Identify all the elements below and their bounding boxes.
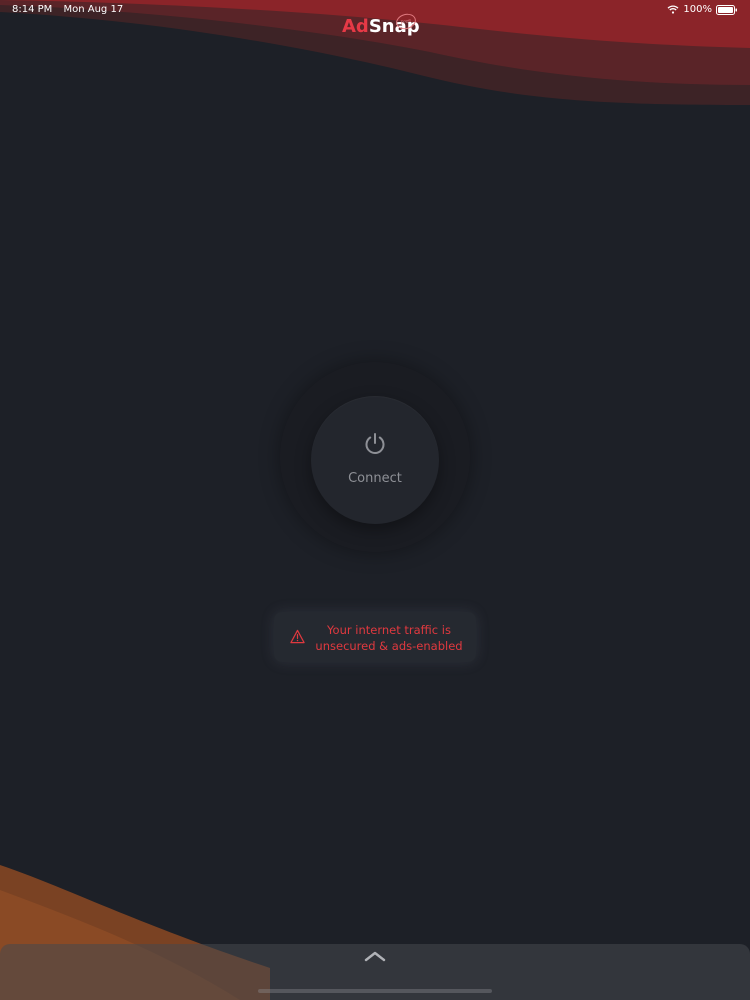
- warning-line-2: unsecured & ads-enabled: [315, 639, 463, 653]
- home-indicator[interactable]: [258, 989, 492, 993]
- battery-percentage: 100%: [683, 4, 712, 15]
- warning-line-1: Your internet traffic is: [327, 623, 451, 637]
- status-indicators: 100%: [667, 4, 738, 15]
- connect-label: Connect: [348, 471, 402, 486]
- power-icon: [365, 433, 385, 455]
- warning-icon: [290, 629, 305, 644]
- security-warning: Your internet traffic is unsecured & ads…: [274, 612, 476, 662]
- status-bar: 8:14 PM Mon Aug 17 100%: [0, 0, 750, 20]
- warning-message: Your internet traffic is unsecured & ads…: [308, 622, 470, 654]
- status-time: 8:14 PM: [12, 4, 53, 15]
- status-date: Mon Aug 17: [63, 4, 124, 15]
- chevron-up-icon[interactable]: [364, 950, 386, 962]
- status-time-date: 8:14 PM Mon Aug 17: [12, 4, 123, 15]
- wifi-icon: [667, 5, 679, 14]
- connect-button[interactable]: Connect: [311, 396, 439, 524]
- battery-icon: [716, 4, 737, 15]
